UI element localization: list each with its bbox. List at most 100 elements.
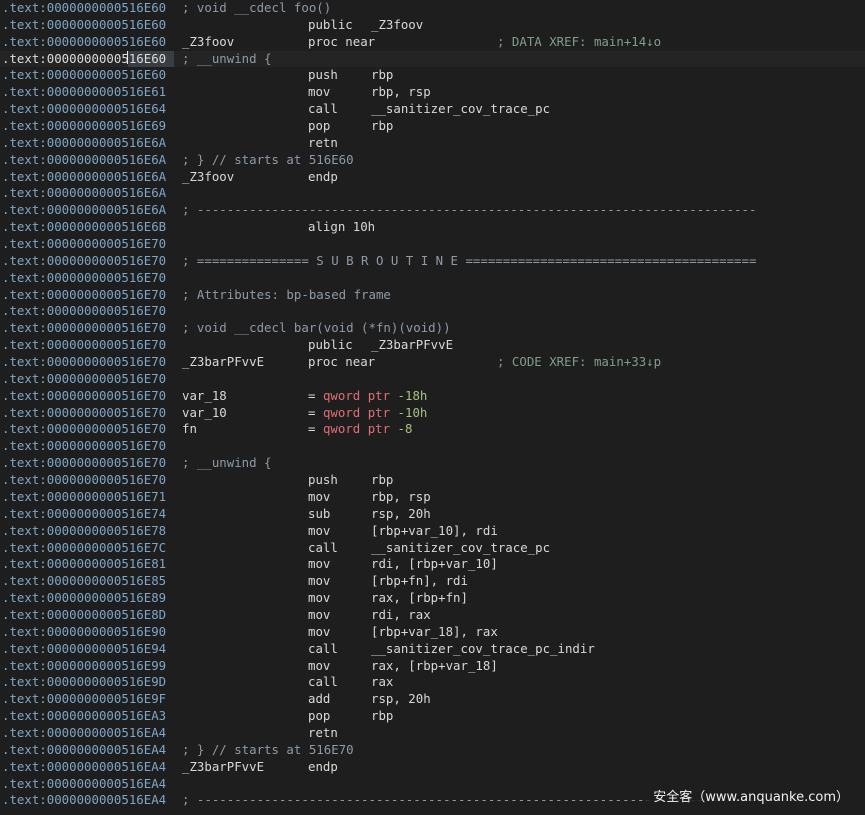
line-label[interactable]: var_18 [182, 388, 227, 405]
line-mnemonic[interactable]: push [308, 67, 338, 84]
line-address[interactable]: .text:0000000000516E60 [2, 0, 166, 17]
listing-line[interactable]: .text:0000000000516E60 _Z3foov proc near ; … [0, 34, 865, 51]
line-xref[interactable]: ; DATA XREF: main+14↓o [497, 34, 661, 51]
line-address[interactable]: .text:0000000000516E81 [2, 556, 166, 573]
listing-line[interactable]: .text:0000000000516E90 mov [rbp+var_18], r… [0, 624, 865, 641]
line-mnemonic[interactable]: mov [308, 489, 330, 506]
listing-line[interactable]: .text:0000000000516E70 ; void __cdecl bar… [0, 320, 865, 337]
line-address[interactable]: .text:0000000000516E90 [2, 624, 166, 641]
listing-line[interactable]: .text:0000000000516E99 mov rax, [rbp+var_1… [0, 658, 865, 675]
listing-line[interactable]: .text:0000000000516E70 [0, 236, 865, 253]
line-address[interactable]: .text:0000000000516E9F [2, 691, 166, 708]
line-address[interactable]: .text:0000000000516E8D [2, 607, 166, 624]
line-mnemonic[interactable]: sub [308, 506, 330, 523]
line-mnemonic[interactable]: call [308, 674, 338, 691]
line-operands[interactable]: rax, [rbp+var_18] [371, 658, 498, 675]
line-address[interactable]: .text:0000000000516E6A [2, 202, 166, 219]
line-address[interactable]: .text:0000000000516E89 [2, 590, 166, 607]
line-mnemonic[interactable]: mov [308, 658, 330, 675]
line-operands[interactable]: rbp [371, 67, 393, 84]
line-address[interactable]: .text:0000000000516E94 [2, 641, 166, 658]
line-label[interactable]: _Z3barPFvvE [182, 354, 264, 371]
listing-line[interactable]: .text:0000000000516E70 [0, 303, 865, 320]
line-mnemonic[interactable]: retn [308, 135, 338, 152]
disassembly-listing[interactable]: .text:0000000000516E60 ; void __cdecl foo… [0, 0, 865, 809]
line-mnemonic[interactable]: pop [308, 708, 330, 725]
line-address[interactable]: .text:0000000000516E70 [2, 270, 166, 287]
line-operands[interactable]: rax [371, 674, 393, 691]
listing-line[interactable]: .text:0000000000516E70 _Z3barPFvvE proc ne… [0, 354, 865, 371]
line-operands[interactable]: rbp [371, 118, 393, 135]
listing-line[interactable]: .text:0000000000516E85 mov [rbp+fn], rdi [0, 573, 865, 590]
line-address[interactable]: .text:0000000000516EA4 [2, 759, 166, 776]
line-address[interactable]: .text:0000000000516E7C [2, 540, 166, 557]
line-xref[interactable]: ; CODE XREF: main+33↓p [497, 354, 661, 371]
line-address[interactable]: .text:0000000000516E70 [2, 371, 166, 388]
line-label[interactable]: var_10 [182, 405, 227, 422]
line-mnemonic[interactable]: align 10h [308, 219, 375, 236]
line-operands[interactable]: [rbp+fn], rdi [371, 573, 468, 590]
line-address[interactable]: .text:0000000000516E70 [2, 472, 166, 489]
line-address[interactable]: .text:0000000000516E60 [2, 17, 166, 34]
listing-line[interactable]: .text:0000000000516E6A retn [0, 135, 865, 152]
line-operands[interactable]: rsp, 20h [371, 691, 431, 708]
listing-line[interactable]: .text:0000000000516E61 mov rbp, rsp [0, 84, 865, 101]
line-address[interactable]: .text:0000000000516E9D [2, 674, 166, 691]
listing-line[interactable]: .text:0000000000516E70 ; __unwind { [0, 455, 865, 472]
line-mnemonic[interactable]: call [308, 641, 338, 658]
line-label[interactable]: _Z3barPFvvE [182, 759, 264, 776]
line-address[interactable]: .text:0000000000516E64 [2, 101, 166, 118]
line-operands[interactable]: rbp, rsp [371, 84, 431, 101]
listing-line[interactable]: .text:0000000000516E74 sub rsp, 20h [0, 506, 865, 523]
line-mnemonic[interactable]: call [308, 540, 338, 557]
line-address[interactable]: .text:0000000000516E6A [2, 185, 166, 202]
line-address[interactable]: .text:0000000000516E6A [2, 135, 166, 152]
listing-line[interactable]: .text:0000000000516E70 [0, 438, 865, 455]
line-address[interactable]: .text:0000000000516EA4 [2, 776, 166, 793]
line-mnemonic[interactable]: mov [308, 523, 330, 540]
listing-line[interactable]: .text:0000000000516E94 call __sanitizer_co… [0, 641, 865, 658]
line-address[interactable]: .text:0000000000516E70 [2, 303, 166, 320]
line-mnemonic[interactable]: proc near [308, 354, 375, 371]
line-label[interactable]: _Z3foov [182, 169, 234, 186]
listing-line[interactable]: .text:0000000000516EA4 ; } // starts at 5… [0, 742, 865, 759]
line-operands[interactable]: __sanitizer_cov_trace_pc [371, 540, 550, 557]
line-address[interactable]: .text:0000000000516E70 [2, 438, 166, 455]
line-mnemonic[interactable]: endp [308, 169, 338, 186]
listing-line[interactable]: .text:0000000000516E70 ; Attributes: bp-b… [0, 287, 865, 304]
line-address[interactable]: .text:0000000000516E6B [2, 219, 166, 236]
line-address[interactable]: .text:0000000000516E61 [2, 84, 166, 101]
line-operands[interactable]: rbp [371, 472, 393, 489]
line-address[interactable]: .text:0000000000516E70 [2, 354, 166, 371]
line-operands[interactable]: rdi, rax [371, 607, 431, 624]
listing-line[interactable]: .text:0000000000516E89 mov rax, [rbp+fn] [0, 590, 865, 607]
line-label[interactable]: fn [182, 421, 197, 438]
line-operands[interactable]: rdi, [rbp+var_10] [371, 556, 498, 573]
line-address[interactable]: .text:0000000000516E70 [2, 253, 166, 270]
line-address[interactable]: .text:0000000000516E60 [2, 67, 166, 84]
listing-line[interactable]: .text:0000000000516E81 mov rdi, [rbp+var_1… [0, 556, 865, 573]
listing-line[interactable]: .text:0000000000516E6A [0, 185, 865, 202]
line-address[interactable]: .text:0000000000516E6A [2, 152, 166, 169]
listing-line-current[interactable]: .text:0000000000516E60 ; __unwind { [0, 50, 865, 68]
line-operands[interactable]: __sanitizer_cov_trace_pc [371, 101, 550, 118]
line-operands[interactable]: rbp, rsp [371, 489, 431, 506]
line-operands[interactable]: _Z3foov [371, 17, 423, 34]
line-address[interactable]: .text:0000000000516EA4 [2, 792, 166, 809]
line-label[interactable]: _Z3foov [182, 34, 234, 51]
line-address[interactable]: .text:0000000000516E85 [2, 573, 166, 590]
listing-line[interactable]: .text:0000000000516E70 var_18 = qword ptr … [0, 388, 865, 405]
line-address[interactable]: .text:0000000000516E70 [2, 455, 166, 472]
line-mnemonic[interactable]: public [308, 17, 353, 34]
listing-line[interactable]: .text:0000000000516E64 call __sanitizer_co… [0, 101, 865, 118]
listing-line[interactable]: .text:0000000000516E6A ; ----------------… [0, 202, 865, 219]
line-mnemonic[interactable]: call [308, 101, 338, 118]
listing-line[interactable]: .text:0000000000516E60 push rbp [0, 67, 865, 84]
listing-line[interactable]: .text:0000000000516E70 ; =============== … [0, 253, 865, 270]
listing-line[interactable]: .text:0000000000516E9F add rsp, 20h [0, 691, 865, 708]
listing-line[interactable]: .text:0000000000516E60 ; void __cdecl foo… [0, 0, 865, 17]
listing-line[interactable]: .text:0000000000516EA4 _Z3barPFvvE endp [0, 759, 865, 776]
line-address[interactable]: .text:0000000000516E69 [2, 118, 166, 135]
line-mnemonic[interactable]: proc near [308, 34, 375, 51]
listing-line[interactable]: .text:0000000000516E70 [0, 270, 865, 287]
